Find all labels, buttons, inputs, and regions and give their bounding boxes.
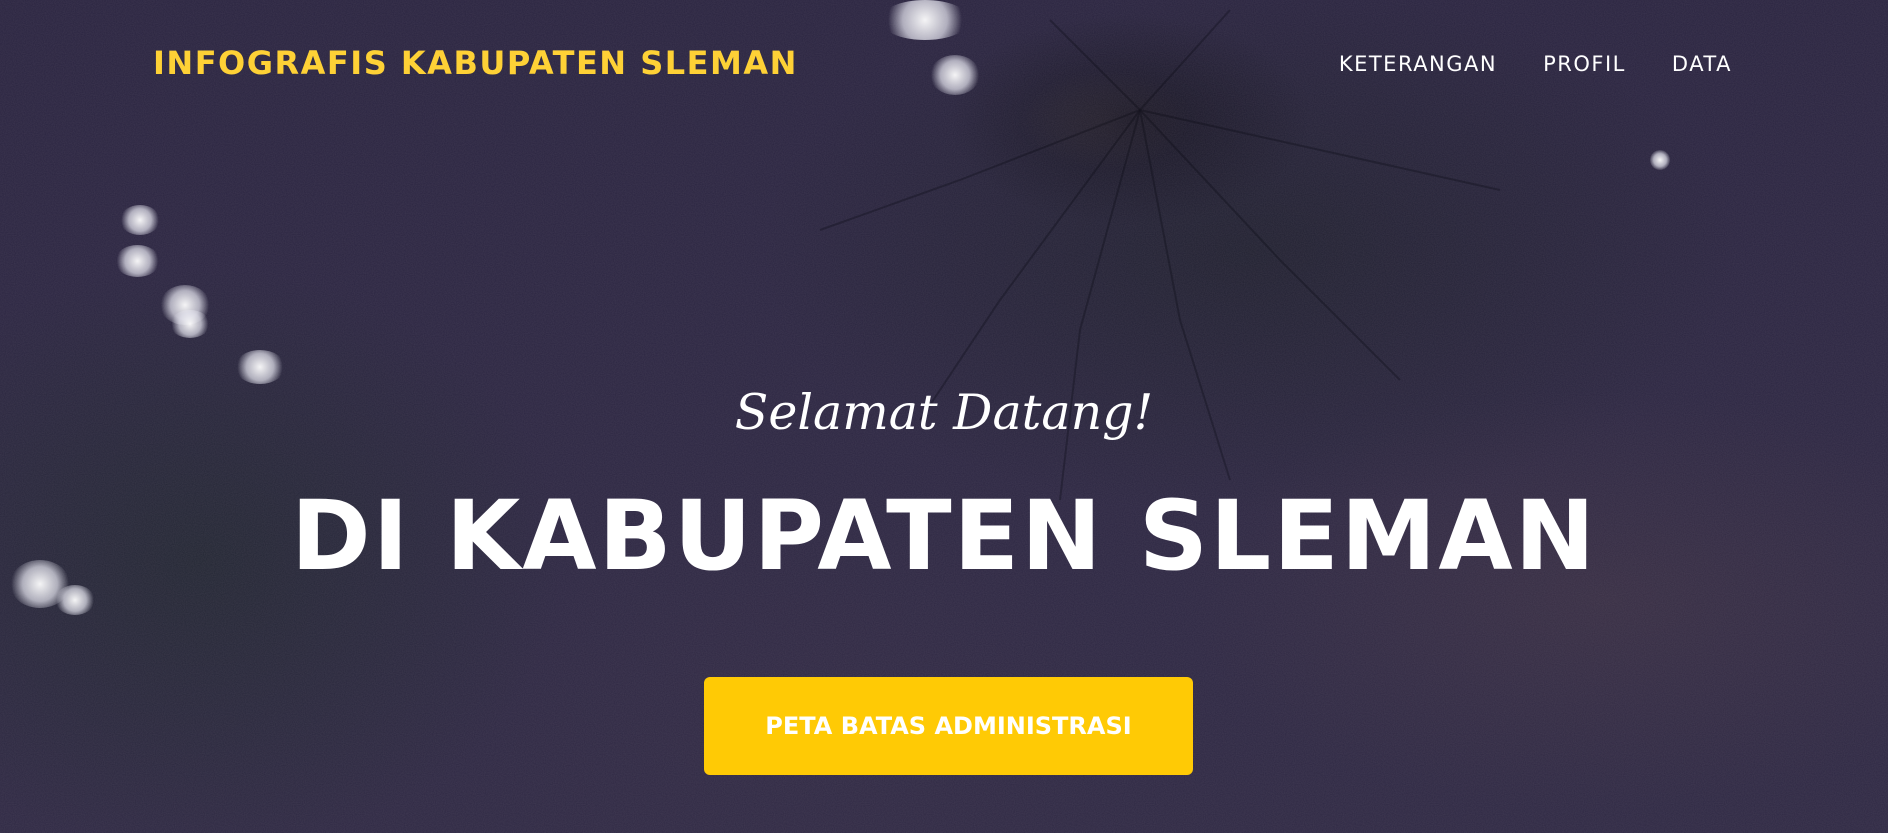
- nav-links: KETERANGAN PROFIL DATA: [1339, 52, 1732, 76]
- hero-headline: DI KABUPATEN SLEMAN: [291, 480, 1597, 592]
- nav-link-keterangan[interactable]: KETERANGAN: [1339, 52, 1497, 76]
- peta-batas-administrasi-button[interactable]: PETA BATAS ADMINISTRASI: [704, 677, 1193, 775]
- brand-link[interactable]: INFOGRAFIS KABUPATEN SLEMAN: [153, 44, 798, 82]
- welcome-subtitle: Selamat Datang!: [734, 384, 1154, 441]
- navbar: INFOGRAFIS KABUPATEN SLEMAN KETERANGAN P…: [0, 0, 1888, 130]
- nav-link-profil[interactable]: PROFIL: [1543, 52, 1626, 76]
- nav-link-data[interactable]: DATA: [1672, 52, 1732, 76]
